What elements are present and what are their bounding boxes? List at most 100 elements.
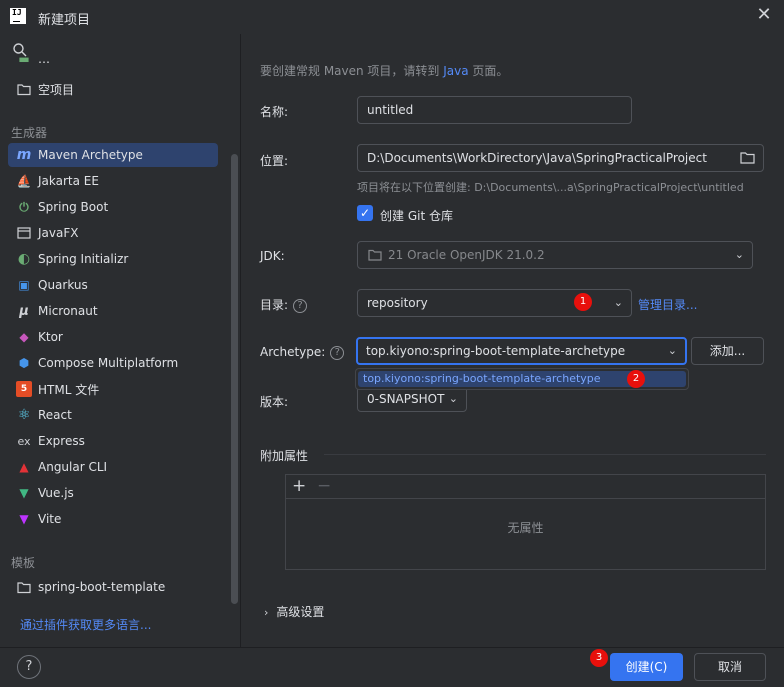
location-value: D:\Documents\WorkDirectory\Java\SpringPr… [367, 151, 707, 165]
sidebar: ▬ … 空项目 生成器 m Maven Archetype ⛵ Jakarta … [0, 34, 241, 647]
chevron-down-icon: ⌄ [448, 392, 458, 405]
sidebar-item-spring-initializr[interactable]: ◐ Spring Initializr [8, 247, 218, 271]
create-button[interactable]: 创建(C) [610, 653, 683, 681]
sidebar-item-ktor[interactable]: ◆ Ktor [8, 325, 218, 349]
sidebar-item-label: Vue.js [38, 486, 74, 500]
sidebar-scrollbar[interactable] [231, 154, 238, 604]
name-label: 名称: [260, 105, 289, 119]
plugin-languages-link[interactable]: 通过插件获取更多语言... [20, 616, 151, 633]
spring-initializr-icon: ◐ [17, 251, 31, 267]
browse-folder-icon[interactable] [740, 151, 755, 164]
sidebar-item-spring-boot-template[interactable]: spring-boot-template [8, 575, 218, 599]
sidebar-item-label: Vite [38, 512, 62, 526]
sidebar-item-label: Jakarta EE [38, 174, 99, 188]
window-title: 新建项目 [38, 13, 91, 28]
sidebar-item-partial[interactable]: ▬ … [8, 54, 218, 64]
create-git-label[interactable]: 创建 Git 仓库 [380, 207, 453, 224]
generators-header: 生成器 [11, 126, 48, 140]
sidebar-item-compose-multiplatform[interactable]: ⬢ Compose Multiplatform [8, 351, 218, 375]
add-archetype-button[interactable]: 添加... [691, 337, 764, 365]
templates-header: 模板 [11, 556, 36, 570]
archetype-label: Archetype:? [260, 345, 345, 360]
close-icon[interactable]: ✕ [754, 5, 774, 25]
advanced-settings-label: 高级设置 [276, 605, 325, 619]
cancel-button[interactable]: 取消 [694, 653, 766, 681]
sidebar-item-label: … [38, 54, 50, 64]
sidebar-item-quarkus[interactable]: ▣ Quarkus [8, 273, 218, 297]
java-page-link[interactable]: Java [443, 64, 468, 78]
sidebar-item-label: React [38, 408, 72, 422]
help-button[interactable]: ? [17, 655, 41, 679]
jdk-select[interactable]: 21 Oracle OpenJDK 21.0.2 ⌄ [357, 241, 753, 269]
sidebar-item-label: Quarkus [38, 278, 88, 292]
catalog-value: repository [367, 296, 428, 310]
quarkus-icon: ▣ [18, 278, 30, 292]
sidebar-item-label: Express [38, 434, 85, 448]
sidebar-item-react[interactable]: ⚛ React [8, 403, 218, 427]
properties-toolbar: + − [286, 475, 765, 499]
jdk-value: 21 Oracle OpenJDK 21.0.2 [388, 248, 545, 262]
add-icon[interactable]: + [292, 475, 306, 497]
maven-hint: 要创建常规 Maven 项目，请转到 Java 页面。 [260, 62, 508, 79]
help-icon[interactable]: ? [330, 345, 345, 360]
express-icon: ex [17, 434, 31, 448]
sidebar-item-label: Spring Boot [38, 200, 109, 214]
javafx-icon [16, 225, 32, 241]
sidebar-item-html[interactable]: 5 HTML 文件 [8, 377, 218, 401]
title-bar: IJ 新建项目 ✕ [0, 0, 784, 34]
intellij-logo-icon: IJ [10, 8, 26, 24]
catalog-label: 目录:? [260, 296, 308, 313]
archetype-value: top.kiyono:spring-boot-template-archetyp… [366, 344, 626, 358]
sidebar-item-vite[interactable]: ▼ Vite [8, 507, 218, 531]
folder-icon [16, 579, 32, 595]
jdk-label: JDK: [260, 249, 285, 263]
archetype-select[interactable]: top.kiyono:spring-boot-template-archetyp… [356, 337, 687, 365]
advanced-settings-toggle[interactable]: › 高级设置 [264, 603, 324, 620]
extra-properties-title: 附加属性 [260, 449, 309, 463]
react-icon: ⚛ [17, 407, 31, 423]
sidebar-item-label: Compose Multiplatform [38, 356, 179, 370]
location-field[interactable]: D:\Documents\WorkDirectory\Java\SpringPr… [357, 144, 764, 172]
chevron-down-icon: ⌄ [667, 344, 677, 357]
chevron-right-icon: › [264, 606, 269, 619]
empty-properties-text: 无属性 [507, 521, 544, 535]
vue-icon: ▼ [19, 486, 29, 500]
sidebar-item-maven-archetype[interactable]: m Maven Archetype [8, 143, 218, 167]
sidebar-item-label: HTML 文件 [38, 382, 100, 397]
version-label: 版本: [260, 395, 289, 409]
catalog-label-text: 目录: [260, 298, 289, 312]
sidebar-item-vue[interactable]: ▼ Vue.js [8, 481, 218, 505]
sidebar-item-label: 空项目 [38, 82, 75, 97]
folder-icon [16, 81, 32, 97]
sidebar-item-label: spring-boot-template [38, 580, 166, 594]
version-value: 0-SNAPSHOT [367, 392, 445, 406]
section-divider [324, 454, 766, 455]
help-icon[interactable]: ? [293, 298, 308, 313]
compose-icon: ⬢ [18, 356, 30, 370]
sidebar-item-label: Maven Archetype [38, 148, 143, 162]
sidebar-item-spring-boot[interactable]: ⏻ Spring Boot [8, 195, 218, 219]
create-git-checkbox[interactable]: ✓ [357, 205, 373, 221]
sidebar-item-javafx[interactable]: JavaFX [8, 221, 218, 245]
sidebar-item-label: Micronaut [38, 304, 98, 318]
annotation-badge-3: 3 [590, 649, 608, 667]
sidebar-item-empty-project[interactable]: 空项目 [8, 77, 218, 101]
annotation-badge-1: 1 [574, 293, 592, 311]
sidebar-item-angular[interactable]: ▲ Angular CLI [8, 455, 218, 479]
manage-catalogs-link[interactable]: 管理目录... [638, 296, 697, 313]
sidebar-item-express[interactable]: ex Express [8, 429, 218, 453]
hint-suffix: 页面。 [468, 64, 509, 78]
sidebar-item-micronaut[interactable]: μ Micronaut [8, 299, 218, 323]
main-form: 要创建常规 Maven 项目，请转到 Java 页面。 名称: untitled… [242, 34, 784, 647]
angular-icon: ▲ [19, 460, 29, 474]
chevron-down-icon: ⌄ [613, 296, 623, 309]
sidebar-item-label: Ktor [38, 330, 63, 344]
bottom-bar: ? 3 创建(C) 取消 [0, 647, 784, 687]
sidebar-item-jakarta-ee[interactable]: ⛵ Jakarta EE [8, 169, 218, 193]
name-field[interactable]: untitled [357, 96, 632, 124]
sidebar-item-label: Spring Initializr [38, 252, 129, 266]
html-icon: 5 [16, 381, 32, 397]
vite-icon: ▼ [19, 512, 29, 526]
sidebar-item-label: Angular CLI [38, 460, 108, 474]
chevron-down-icon: ⌄ [734, 248, 744, 261]
